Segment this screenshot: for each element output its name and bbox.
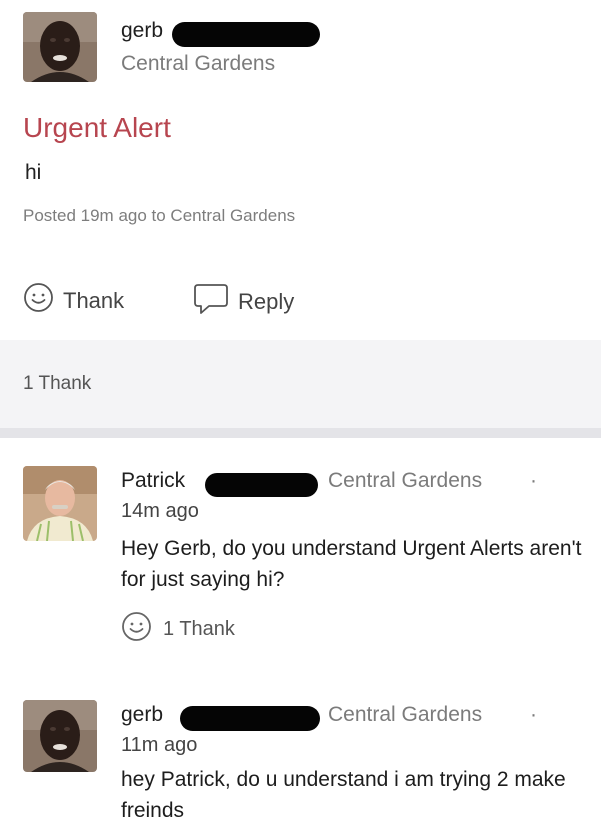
reply-button[interactable]: Reply [193,282,294,321]
comment-author-name[interactable]: Patrick [121,469,185,493]
smiley-icon [121,611,152,648]
post-author-name[interactable]: gerb [121,19,163,43]
section-divider [0,428,601,438]
comment-author-avatar[interactable] [23,466,97,541]
post-card: gerb Central Gardens Urgent Alert hi Pos… [0,0,601,340]
comment-timestamp: 14m ago [121,500,199,522]
comment-neighborhood[interactable]: Central Gardens [328,703,482,727]
thanks-summary[interactable]: 1 Thank [23,373,91,395]
comment-text: hey Patrick, do u understand i am trying… [121,768,566,822]
comment-thank-count-label: 1 Thank [163,618,235,640]
post-author-avatar[interactable] [23,12,97,82]
post-timestamp: Posted 19m ago to Central Gardens [23,206,296,225]
comment-thank-count[interactable]: 1 Thank [121,611,235,648]
thank-button[interactable]: Thank [23,282,124,319]
comment-text: Hey Gerb, do you understand Urgent Alert… [121,537,582,591]
comment-author-name[interactable]: gerb [121,703,163,727]
speech-bubble-icon [193,282,229,321]
redaction-bar [180,706,320,731]
thank-button-label: Thank [63,287,125,313]
comment-author-avatar[interactable] [23,700,97,772]
meta-separator: · [530,469,537,492]
post-title: Urgent Alert [23,112,171,143]
post-body: hi [25,161,42,184]
smiley-icon [23,282,54,319]
comment-timestamp: 11m ago [121,734,198,756]
meta-separator: · [530,703,537,726]
reply-button-label: Reply [238,288,295,314]
redaction-bar [205,473,318,497]
redaction-bar [172,22,320,47]
comment-neighborhood[interactable]: Central Gardens [328,469,482,493]
post-neighborhood[interactable]: Central Gardens [121,52,275,76]
